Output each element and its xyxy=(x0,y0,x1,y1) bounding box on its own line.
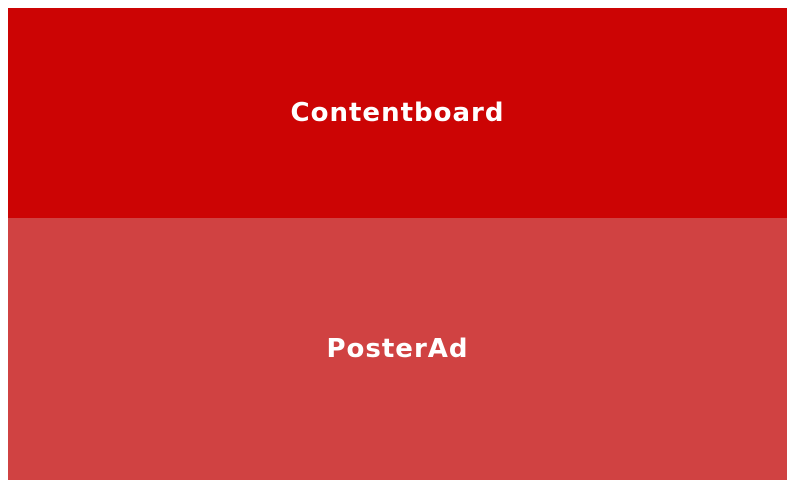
contentboard-label: Contentboard xyxy=(290,98,505,128)
contentboard-slot[interactable]: Contentboard xyxy=(8,8,787,218)
poster-ad-label: PosterAd xyxy=(326,334,469,364)
ad-layout-frame: Contentboard PosterAd xyxy=(8,8,787,480)
poster-ad-slot[interactable]: PosterAd xyxy=(8,218,787,480)
